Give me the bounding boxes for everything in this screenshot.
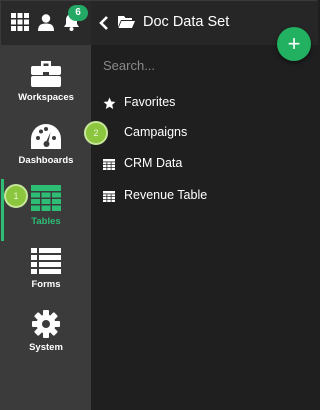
list-item-crm-data[interactable]: CRM Data (91, 151, 318, 177)
nav-label-system: System (29, 342, 63, 353)
active-indicator (1, 179, 4, 241)
nav-item-system[interactable]: System (1, 305, 91, 367)
list-icon (29, 246, 63, 276)
list-item-label: Revenue Table (124, 188, 208, 202)
nav-item-forms[interactable]: Forms (1, 242, 91, 304)
nav-label-forms: Forms (31, 279, 61, 290)
nav-item-workspaces[interactable]: Workspaces (1, 55, 91, 117)
panel-title: Doc Data Set (143, 14, 230, 30)
briefcase-icon (29, 59, 63, 89)
nav-item-dashboards[interactable]: Dashboards (1, 118, 91, 180)
star-icon (102, 96, 116, 110)
tables-panel: Doc Data Set + Favorites Campaigns CRM (84, 1, 318, 410)
add-button[interactable]: + (277, 27, 311, 61)
table-icon (102, 157, 116, 171)
nav-label-workspaces: Workspaces (18, 92, 74, 103)
top-toolbar: 6 (1, 1, 91, 45)
nav-label-tables: Tables (31, 216, 61, 227)
step-marker-1: 1 (4, 184, 28, 208)
notification-badge: 6 (68, 5, 88, 21)
gear-icon (29, 309, 63, 339)
step-marker-2: 2 (84, 121, 108, 145)
nav-label-dashboards: Dashboards (18, 155, 74, 166)
search-input[interactable] (103, 56, 263, 74)
left-rail: 6 Workspaces Dashboards Tables Forms Sys… (1, 1, 91, 410)
list-item-campaigns[interactable]: Campaigns (91, 120, 318, 146)
table-icon (29, 183, 63, 213)
list-item-label: Campaigns (124, 125, 188, 139)
folder-open-icon (118, 15, 135, 29)
app-frame: 6 Workspaces Dashboards Tables Forms Sys… (0, 0, 318, 410)
list-item-label: Favorites (124, 95, 176, 109)
back-chevron-icon[interactable] (99, 13, 113, 33)
list-item-label: CRM Data (124, 156, 183, 170)
user-icon[interactable] (35, 11, 57, 33)
apps-grid-icon[interactable] (9, 11, 31, 33)
list-item-favorites[interactable]: Favorites (91, 90, 318, 116)
list-item-revenue-table[interactable]: Revenue Table (91, 183, 318, 209)
table-icon (102, 189, 116, 203)
gauge-icon (29, 122, 63, 152)
